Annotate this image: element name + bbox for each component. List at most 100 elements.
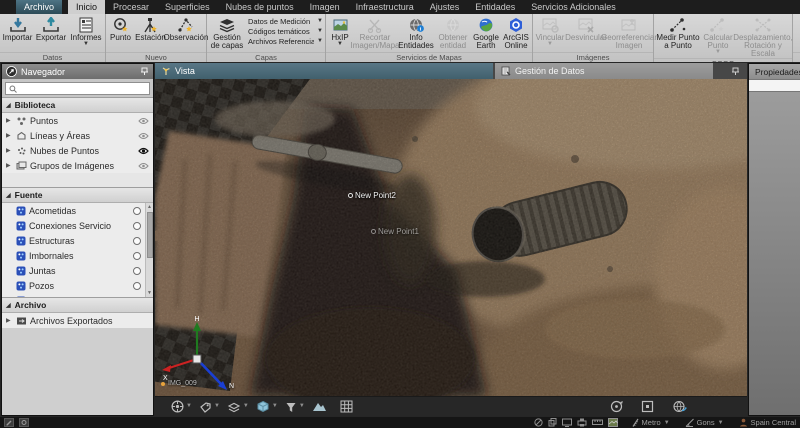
menu-tab-servicios-adicionales[interactable]: Servicios Adicionales	[523, 0, 624, 14]
point-marker-new-point1[interactable]: New Point1	[371, 227, 419, 236]
layer-item-conexiones-servicio[interactable]: Conexiones Servicio	[2, 218, 145, 233]
label-style-button[interactable]: ▼	[199, 401, 220, 413]
scrollbar[interactable]: ▲ ▼	[145, 203, 153, 297]
pin-icon[interactable]	[140, 67, 149, 76]
sync-globe-button[interactable]	[672, 400, 687, 413]
surface-button[interactable]	[312, 401, 327, 412]
radio-icon[interactable]	[133, 297, 141, 298]
layer-item-estructuras[interactable]: Estructuras	[2, 233, 145, 248]
menu-tab-entidades[interactable]: Entidades	[467, 0, 523, 14]
chevron-down-icon[interactable]: ▼	[299, 404, 305, 409]
expander-icon[interactable]: ▶	[6, 132, 13, 139]
menu-tab-ajustes[interactable]: Ajustes	[422, 0, 468, 14]
expander-icon[interactable]: ▶	[6, 117, 13, 124]
menu-tab-superficies[interactable]: Superficies	[157, 0, 218, 14]
units-selector[interactable]: Metro ▼	[631, 418, 670, 427]
radio-icon[interactable]	[133, 267, 141, 275]
scroll-down-icon[interactable]: ▼	[147, 289, 152, 297]
visibility-eye-icon[interactable]	[138, 147, 149, 155]
scroll-thumb[interactable]	[147, 212, 153, 258]
layer-item-imbornales[interactable]: Imbornales	[2, 248, 145, 263]
chevron-down-icon[interactable]: ▼	[186, 404, 192, 409]
coordinates-button[interactable]: Coo	[794, 15, 800, 37]
status-ruler-button[interactable]	[592, 418, 603, 426]
tree-item-nubes-de-puntos[interactable]: ▶ Nubes de Puntos	[2, 143, 153, 158]
tree-item-lineas-y-areas[interactable]: ▶ Líneas y Áreas	[2, 128, 153, 143]
menu-tab-inicio[interactable]: Inicio	[68, 0, 105, 14]
filter-button[interactable]: ▼	[285, 401, 305, 413]
coordinate-system-selector[interactable]: Spain Central	[739, 418, 796, 427]
crop-image-button[interactable]: Recortar Imagen/Mapa	[353, 15, 397, 50]
radio-icon[interactable]	[133, 252, 141, 260]
reports-button[interactable]: Informes ▼	[68, 15, 104, 47]
search-input[interactable]	[20, 84, 146, 93]
chevron-down-icon[interactable]: ▼	[214, 404, 220, 409]
new-observation-button[interactable]: Observación	[167, 15, 205, 42]
layer-item-juntas[interactable]: Juntas	[2, 263, 145, 278]
menu-tab-nubes-de-puntos[interactable]: Nubes de puntos	[218, 0, 302, 14]
view-cube-button[interactable]: ▼	[256, 400, 278, 413]
layer-manager-button[interactable]: Gestión de capas	[208, 15, 246, 50]
section-archivo[interactable]: ◢ Archivo	[2, 297, 153, 313]
referenced-files-menu[interactable]: Archivos Referenciados▼	[248, 37, 323, 46]
visibility-eye-icon[interactable]	[138, 162, 149, 170]
angle-units-selector[interactable]: Gons ▼	[685, 418, 724, 427]
snapshot-status-button[interactable]	[19, 418, 29, 427]
expander-icon[interactable]: ▶	[6, 147, 13, 154]
tab-vista[interactable]: Vista	[155, 63, 493, 79]
tab-pin-icon[interactable]	[731, 63, 740, 79]
new-station-button[interactable]: Estación	[134, 15, 167, 42]
status-copy-button[interactable]	[548, 418, 557, 427]
radio-icon[interactable]	[133, 207, 141, 215]
menu-tab-archivo[interactable]: Archivo	[16, 0, 62, 14]
measure-point-to-point-button[interactable]: Medir Punto a Punto	[655, 15, 701, 50]
render-canvas[interactable]: New Point2 New Point1 IMG_009 H	[155, 79, 747, 396]
section-biblioteca[interactable]: ◢ Biblioteca	[2, 97, 153, 113]
google-earth-button[interactable]: Google Earth	[471, 15, 501, 50]
layer-item-acometidas[interactable]: Acometidas	[2, 203, 145, 218]
new-point-button[interactable]: Punto	[107, 15, 134, 42]
search-box[interactable]	[5, 82, 150, 95]
status-image-button[interactable]	[608, 418, 618, 427]
tab-gestion-de-datos[interactable]: Gestión de Datos	[495, 63, 713, 79]
status-snap-button[interactable]	[534, 418, 543, 427]
layer-item-pozos[interactable]: Pozos	[2, 278, 145, 293]
grid-button[interactable]	[340, 400, 353, 413]
visibility-eye-icon[interactable]	[138, 117, 149, 125]
tree-item-grupos-de-imagenes[interactable]: ▶ Grupos de Imágenes	[2, 158, 153, 173]
import-button[interactable]: Importar	[1, 15, 34, 42]
tree-item-puntos[interactable]: ▶ Puntos	[2, 113, 153, 128]
link-image-button[interactable]: Vincular ▼	[534, 15, 566, 47]
properties-field[interactable]	[749, 79, 800, 92]
measurement-data-menu[interactable]: Datos de Medición▼	[248, 17, 323, 26]
translate-rotate-scale-button[interactable]: Desplazamiento, Rotación y Escala	[735, 15, 791, 58]
expander-icon[interactable]: ▶	[6, 162, 13, 169]
edit-status-button[interactable]	[4, 418, 14, 427]
layers-view-button[interactable]: ▼	[227, 401, 249, 413]
compute-point-button[interactable]: Calcular Punto ▼	[701, 15, 735, 55]
hxip-button[interactable]: HxIP ▼	[327, 15, 353, 47]
orbit-button[interactable]	[610, 400, 623, 413]
georeference-image-button[interactable]: Georreferenciar Imagen	[606, 15, 652, 50]
scroll-up-icon[interactable]: ▲	[147, 203, 152, 211]
expander-icon[interactable]: ▶	[6, 317, 13, 324]
layer-item-registros-acometida[interactable]: Registros Acometida	[2, 293, 145, 297]
export-button[interactable]: Exportar	[34, 15, 68, 42]
radio-icon[interactable]	[133, 237, 141, 245]
thematic-codes-menu[interactable]: Códigos temáticos▼	[248, 27, 323, 36]
tree-item-archivos-exportados[interactable]: ▶ Archivos Exportados	[2, 313, 153, 328]
fit-view-button[interactable]	[641, 400, 654, 413]
visibility-eye-icon[interactable]	[138, 132, 149, 140]
chevron-down-icon[interactable]: ▼	[272, 404, 278, 409]
menu-tab-procesar[interactable]: Procesar	[105, 0, 157, 14]
menu-tab-infraestructura[interactable]: Infraestructura	[348, 0, 422, 14]
point-marker-new-point2[interactable]: New Point2	[348, 191, 396, 200]
arcgis-online-button[interactable]: ArcGIS Online	[501, 15, 531, 50]
section-fuente[interactable]: ◢ Fuente	[2, 187, 153, 203]
radio-icon[interactable]	[133, 222, 141, 230]
get-entity-button[interactable]: Obtener entidad	[435, 15, 471, 50]
info-entities-button[interactable]: i Info Entidades	[397, 15, 435, 50]
menu-tab-imagen[interactable]: Imagen	[302, 0, 348, 14]
render-mode-button[interactable]: ▼	[171, 400, 192, 413]
status-display-button[interactable]	[562, 418, 572, 427]
